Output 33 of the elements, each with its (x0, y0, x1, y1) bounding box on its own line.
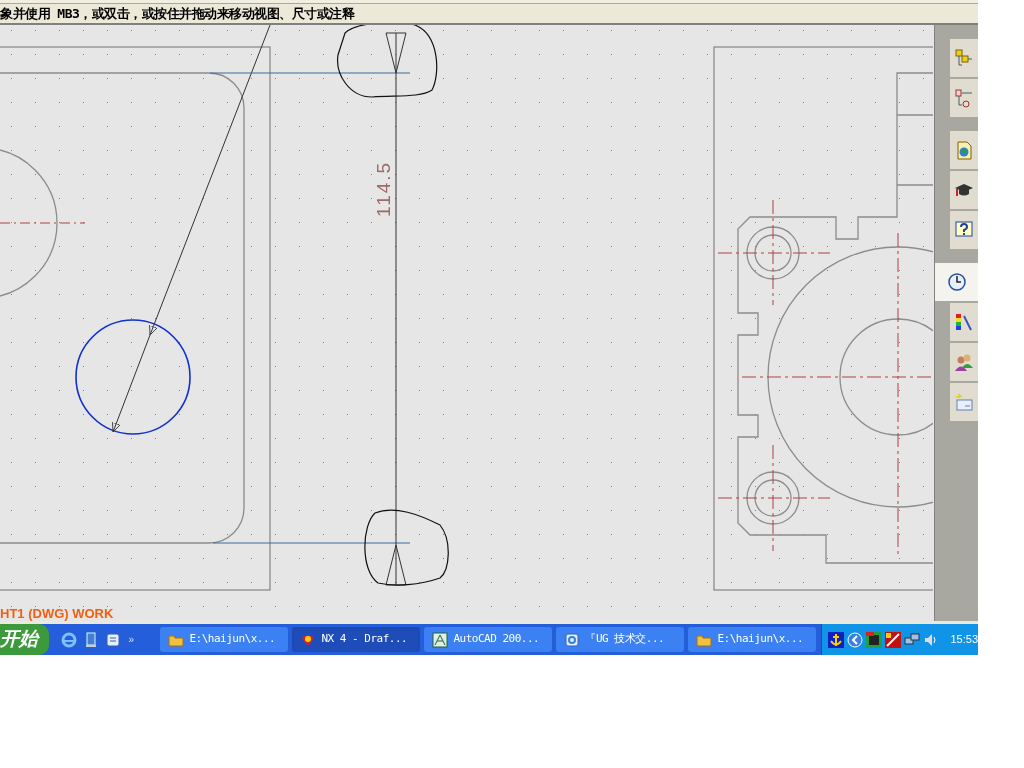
resource-tab[interactable] (950, 171, 978, 209)
resource-tab[interactable] (950, 303, 978, 341)
taskbar-button[interactable]: 『UG 技术交... (556, 627, 685, 652)
resource-tab[interactable] (935, 263, 978, 301)
selected-circle[interactable] (75, 319, 191, 435)
taskbar-button[interactable]: E:\haijun\x... (160, 627, 289, 652)
people-icon (954, 352, 974, 372)
start-button[interactable]: 开始 (0, 624, 50, 655)
anchor-icon[interactable] (828, 631, 845, 648)
clock-icon (946, 272, 967, 292)
view-label: HT1 (DWG) WORK (0, 607, 114, 620)
tray-app-icon[interactable] (866, 631, 883, 648)
collapse-icon[interactable] (847, 631, 864, 648)
network-icon[interactable] (904, 631, 921, 648)
assembly-tree-icon (954, 48, 974, 68)
part-tree-icon (954, 88, 974, 108)
resource-tab[interactable] (950, 211, 978, 249)
taskbar-button[interactable]: NX 4 - Draf... (292, 627, 421, 652)
app-icon (432, 631, 449, 648)
document-icon[interactable] (105, 631, 122, 648)
new-window-icon (954, 392, 974, 412)
tray-app-icon[interactable] (885, 631, 902, 648)
drawing-canvas[interactable]: 114.5 HT1 (DWG) WORK (0, 25, 935, 621)
color-palette-icon (954, 312, 974, 332)
prompt-text: 象并使用 MB3，或双击，或按住并拖动来移动视图、尺寸或注释 (0, 4, 355, 23)
resource-tab[interactable] (950, 343, 978, 381)
taskbar-button[interactable]: E:\haijun\x... (688, 627, 817, 652)
taskbar-button[interactable]: AutoCAD 200... (424, 627, 553, 652)
dimension-text[interactable]: 114.5 (373, 160, 394, 217)
help-icon (954, 220, 974, 240)
clock-text: 15:53 (950, 632, 978, 648)
more-chevron[interactable]: » (128, 632, 135, 647)
web-page-icon (954, 140, 974, 160)
